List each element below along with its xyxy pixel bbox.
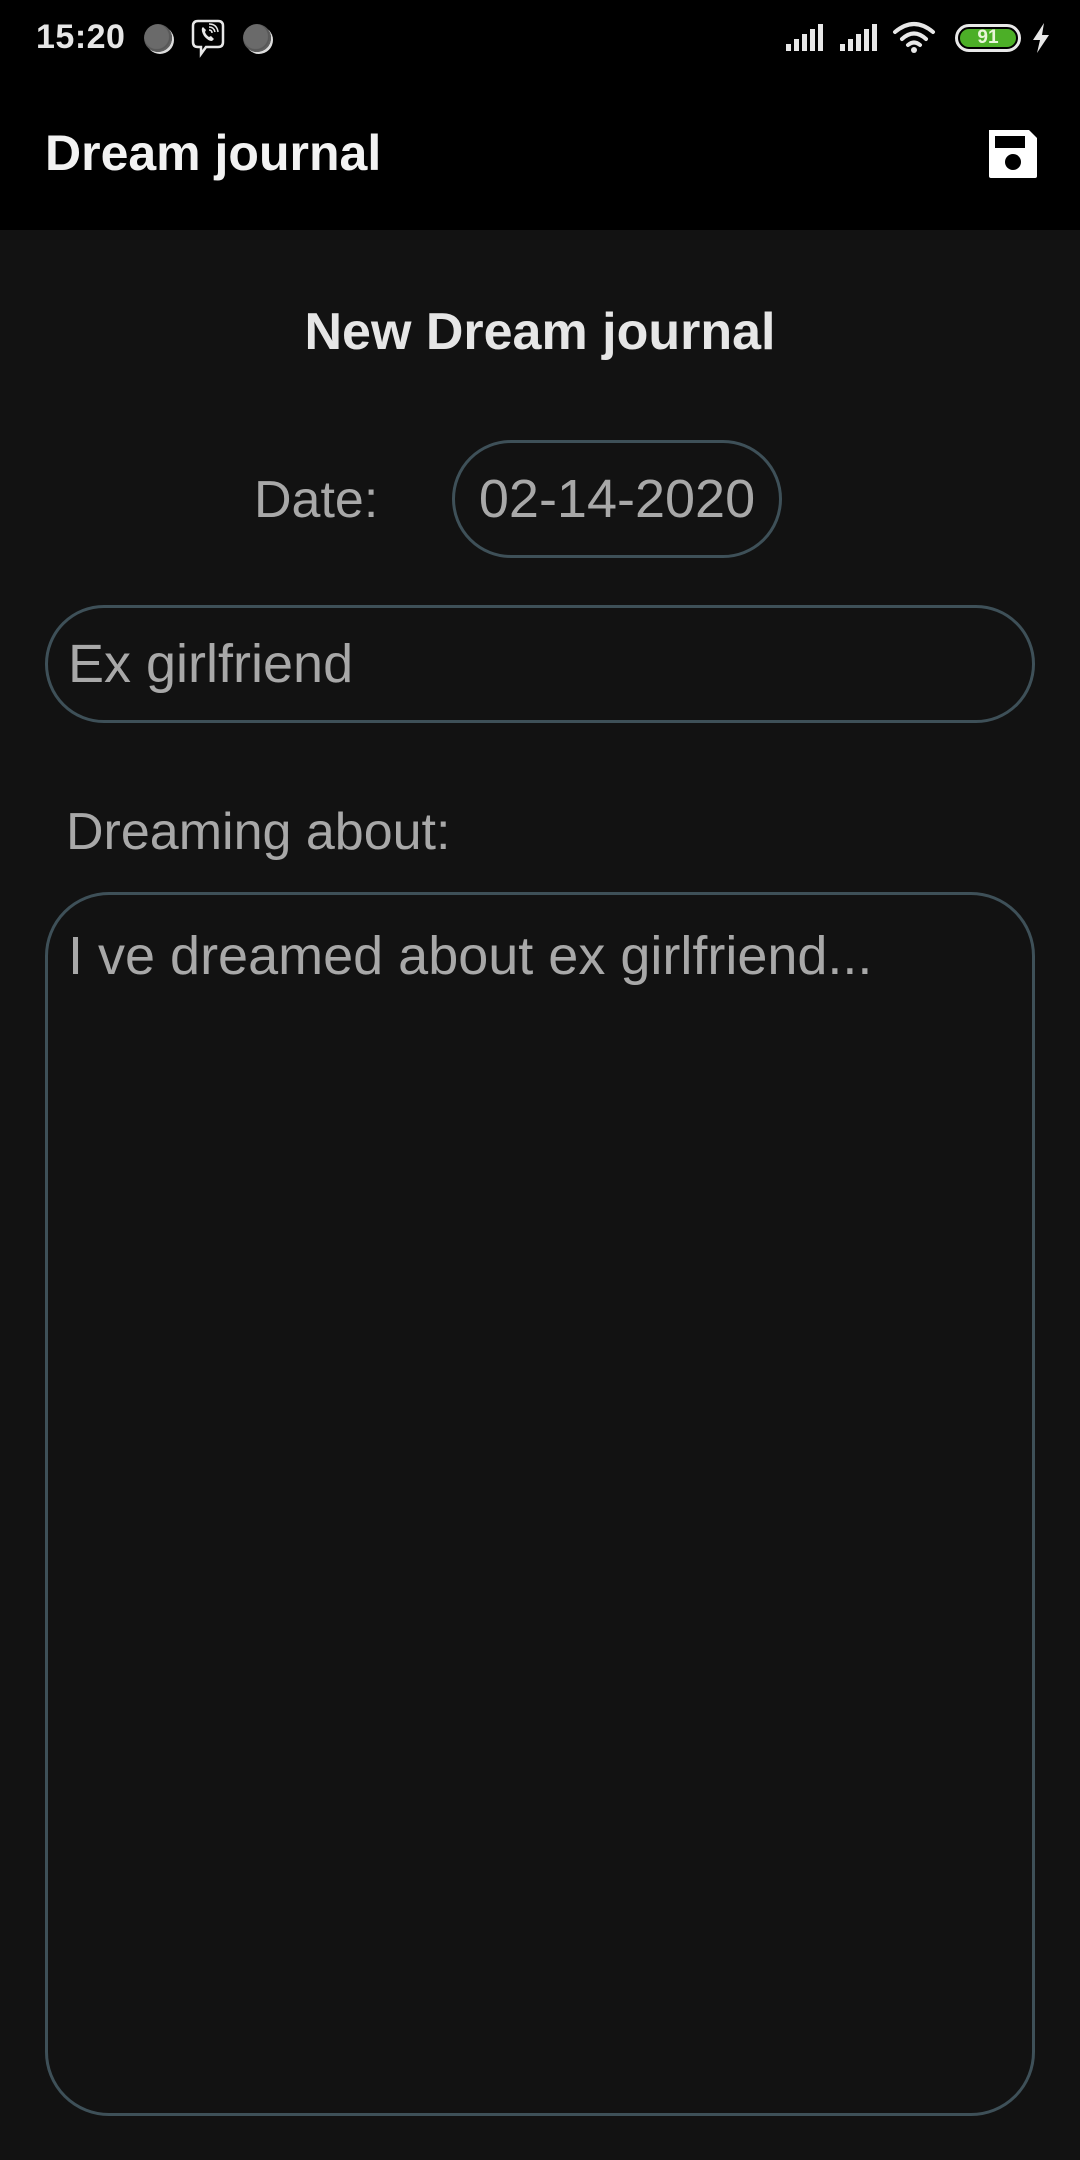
cellular-signal-icon — [840, 24, 877, 51]
viber-icon — [191, 19, 225, 58]
charging-bolt-icon — [1033, 23, 1049, 53]
form-title: New Dream journal — [304, 303, 776, 361]
dream-description-textarea[interactable]: I ve dreamed about ex girlfriend... — [45, 892, 1035, 2116]
dreaming-about-label: Dreaming about: — [66, 803, 451, 861]
battery-level: 91 — [960, 27, 1016, 48]
cellular-signal-icon — [786, 24, 823, 51]
status-bar: 15:20 91 — [0, 0, 1080, 78]
wifi-icon — [893, 22, 935, 53]
dream-title-input[interactable]: Ex girlfriend — [45, 605, 1035, 723]
save-button[interactable] — [985, 126, 1041, 182]
notification-dot-icon — [144, 24, 172, 52]
app-bar: Dream journal — [0, 78, 1080, 230]
date-label: Date: — [254, 471, 379, 529]
floppy-disk-icon — [989, 130, 1037, 178]
date-picker-field[interactable]: 02-14-2020 — [452, 440, 782, 558]
battery-icon: 91 — [955, 24, 1021, 52]
notification-dot-icon — [243, 24, 271, 52]
app-title: Dream journal — [45, 125, 382, 181]
status-time: 15:20 — [36, 18, 126, 56]
